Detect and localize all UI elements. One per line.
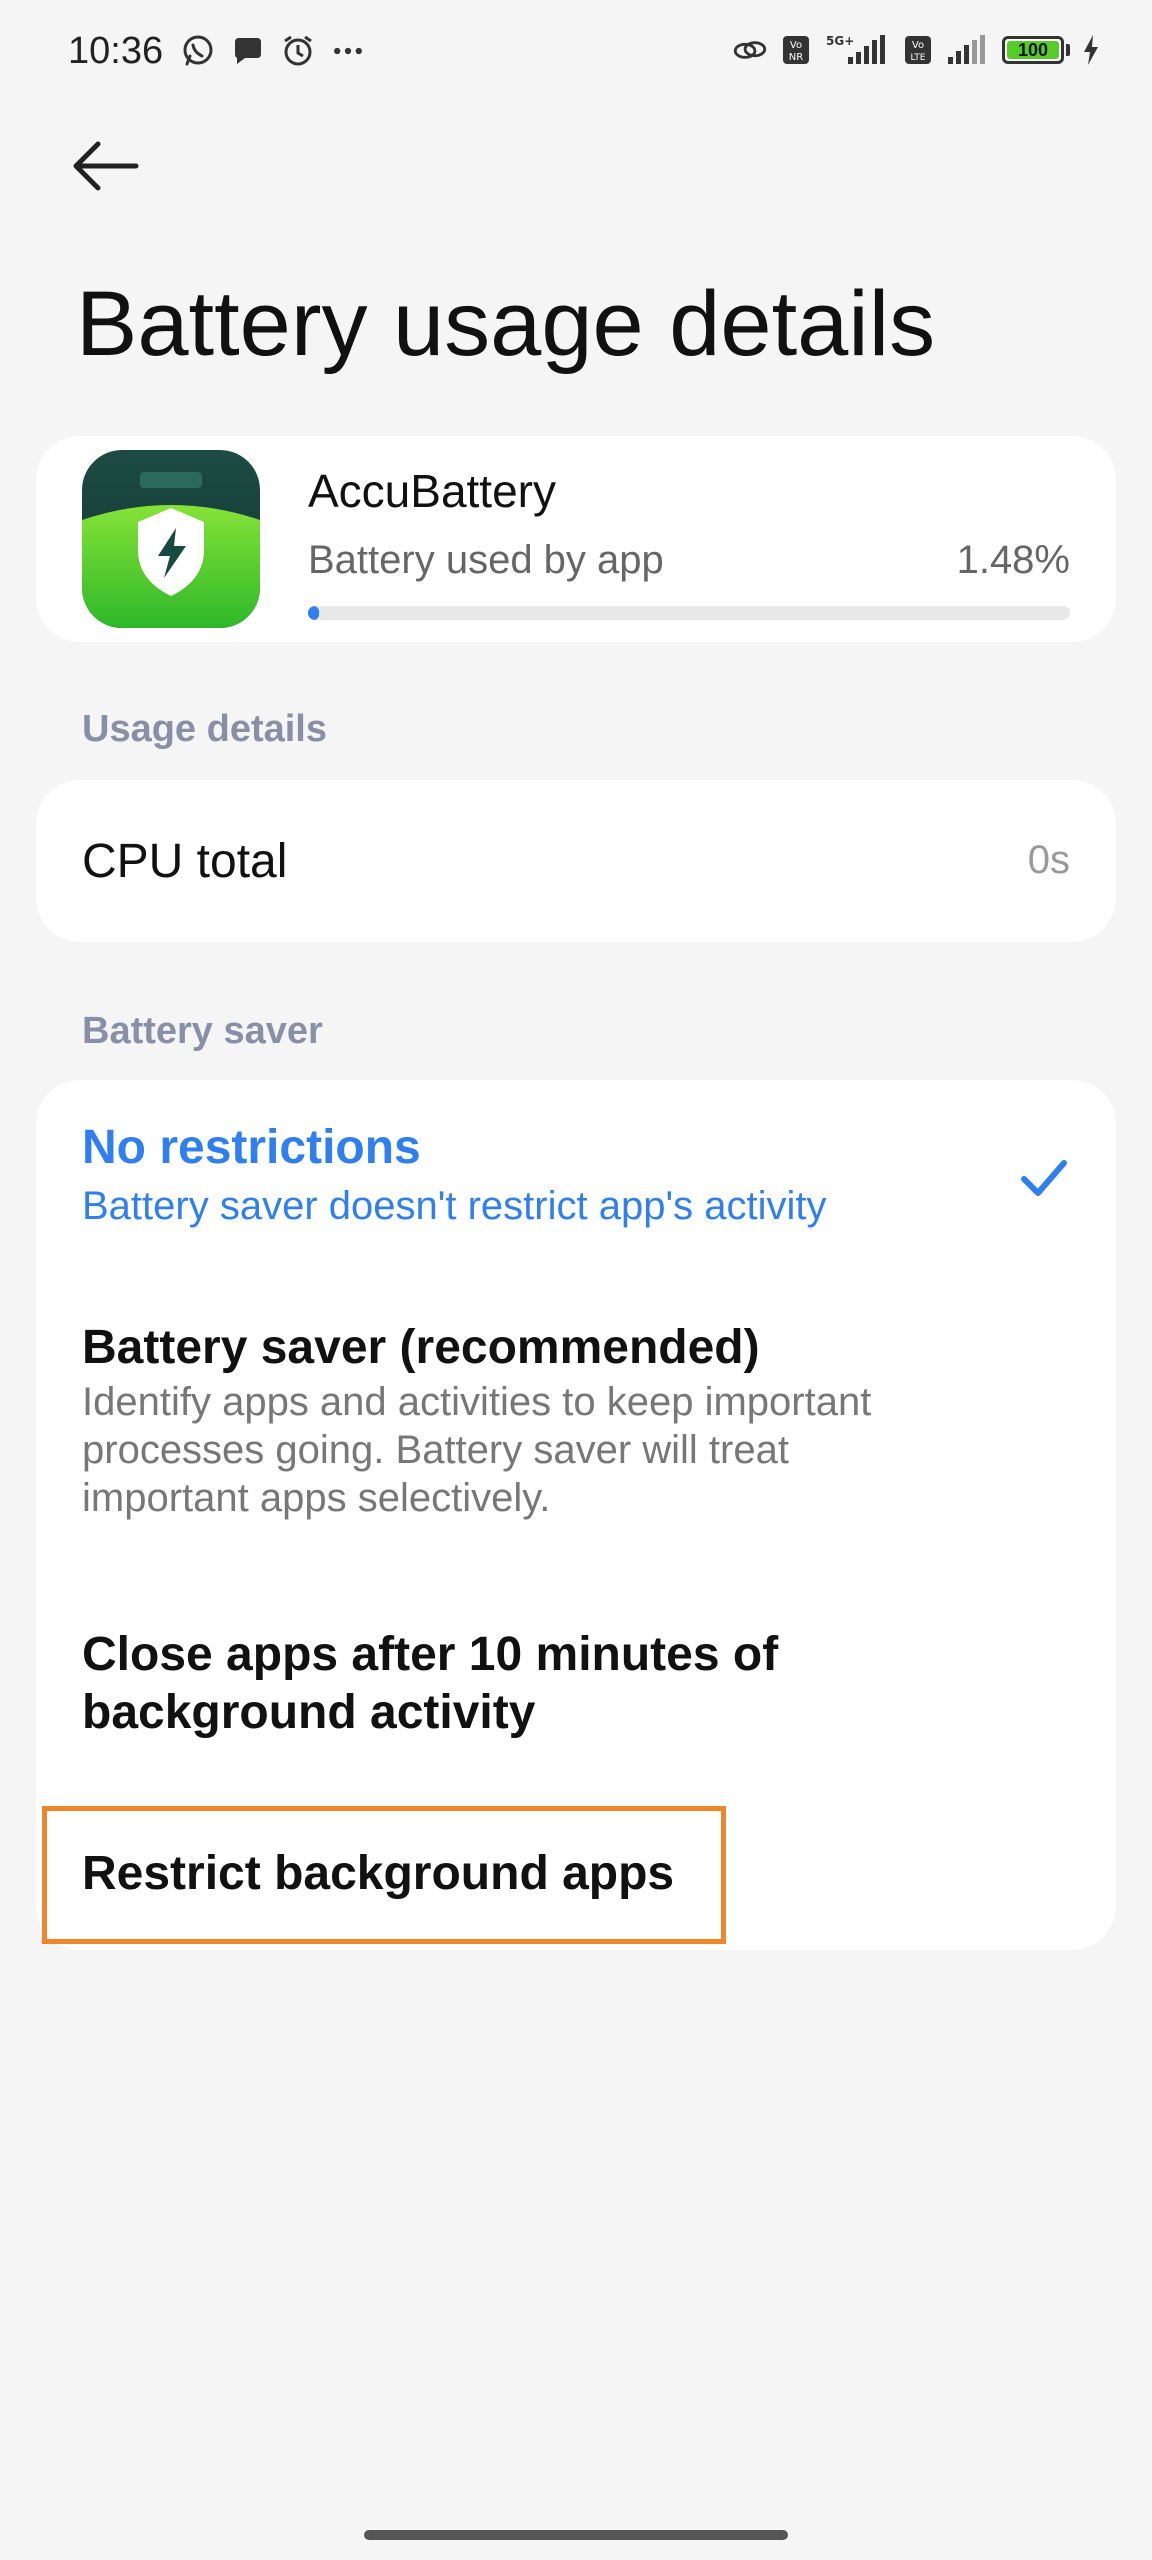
option-title: No restrictions bbox=[82, 1121, 421, 1174]
whatsapp-icon bbox=[180, 33, 216, 69]
option-title: Battery saver (recommended) bbox=[82, 1321, 760, 1374]
accubattery-app-icon bbox=[82, 450, 260, 628]
battery-level: 100 bbox=[1017, 40, 1049, 60]
battery-saver-options: No restrictions Battery saver doesn't re… bbox=[36, 1080, 1116, 1950]
option-restrict-background-apps[interactable]: Restrict background apps bbox=[36, 1806, 1116, 1948]
app-usage-card: AccuBattery Battery used by app 1.48% bbox=[36, 436, 1116, 642]
status-left-icons bbox=[180, 33, 366, 69]
option-no-restrictions[interactable]: No restrictions Battery saver doesn't re… bbox=[36, 1120, 1116, 1270]
option-title: Close apps after 10 minutes of backgroun… bbox=[82, 1628, 779, 1739]
svg-text:5G+: 5G+ bbox=[826, 34, 854, 48]
cpu-total-label: CPU total bbox=[82, 835, 288, 888]
app-usage-label: Battery used by app bbox=[308, 538, 664, 582]
charging-bolt-icon bbox=[1080, 32, 1102, 68]
svg-text:NR: NR bbox=[789, 52, 803, 63]
home-indicator[interactable] bbox=[364, 2530, 788, 2540]
status-bar: 10:36 Vo NR 5G+ Vo LTE 100 bbox=[0, 0, 1152, 110]
option-description: Battery saver doesn't restrict app's act… bbox=[82, 1184, 827, 1228]
app-usage-bar-fill bbox=[308, 606, 320, 620]
svg-text:Vo: Vo bbox=[790, 40, 802, 51]
page-title: Battery usage details bbox=[76, 273, 936, 375]
back-button[interactable] bbox=[70, 128, 160, 208]
checkmark-icon bbox=[1018, 1152, 1070, 1204]
option-close-apps-after-10-minutes[interactable]: Close apps after 10 minutes of backgroun… bbox=[36, 1626, 1116, 1756]
cpu-total-row: CPU total 0s bbox=[36, 780, 1116, 942]
signal-icon bbox=[946, 32, 992, 68]
status-time: 10:36 bbox=[68, 30, 164, 72]
more-dots-icon bbox=[330, 33, 366, 69]
vonr-icon: Vo NR bbox=[778, 32, 814, 68]
app-usage-value: 1.48% bbox=[956, 538, 1070, 582]
section-label-usage-details: Usage details bbox=[82, 708, 327, 750]
cpu-total-value: 0s bbox=[1027, 838, 1070, 882]
app-usage-bar bbox=[308, 606, 1070, 620]
svg-text:LTE: LTE bbox=[911, 53, 926, 63]
svg-text:Vo: Vo bbox=[912, 40, 924, 51]
link-icon bbox=[732, 32, 768, 68]
arrow-left-icon bbox=[70, 141, 140, 196]
5g-signal-icon: 5G+ bbox=[824, 32, 890, 68]
battery-icon: 100 bbox=[1002, 36, 1064, 64]
alarm-icon bbox=[280, 33, 316, 69]
option-description: Identify apps and activities to keep imp… bbox=[82, 1380, 872, 1520]
volte-icon: Vo LTE bbox=[900, 32, 936, 68]
option-battery-saver-recommended[interactable]: Battery saver (recommended) Identify app… bbox=[36, 1320, 1116, 1540]
option-title: Restrict background apps bbox=[82, 1847, 675, 1900]
status-right-icons: Vo NR 5G+ Vo LTE 100 bbox=[732, 32, 1102, 68]
app-name: AccuBattery bbox=[308, 465, 556, 517]
section-label-battery-saver: Battery saver bbox=[82, 1010, 323, 1052]
battery-cap bbox=[1066, 44, 1070, 56]
chat-bubble-icon bbox=[230, 33, 266, 69]
